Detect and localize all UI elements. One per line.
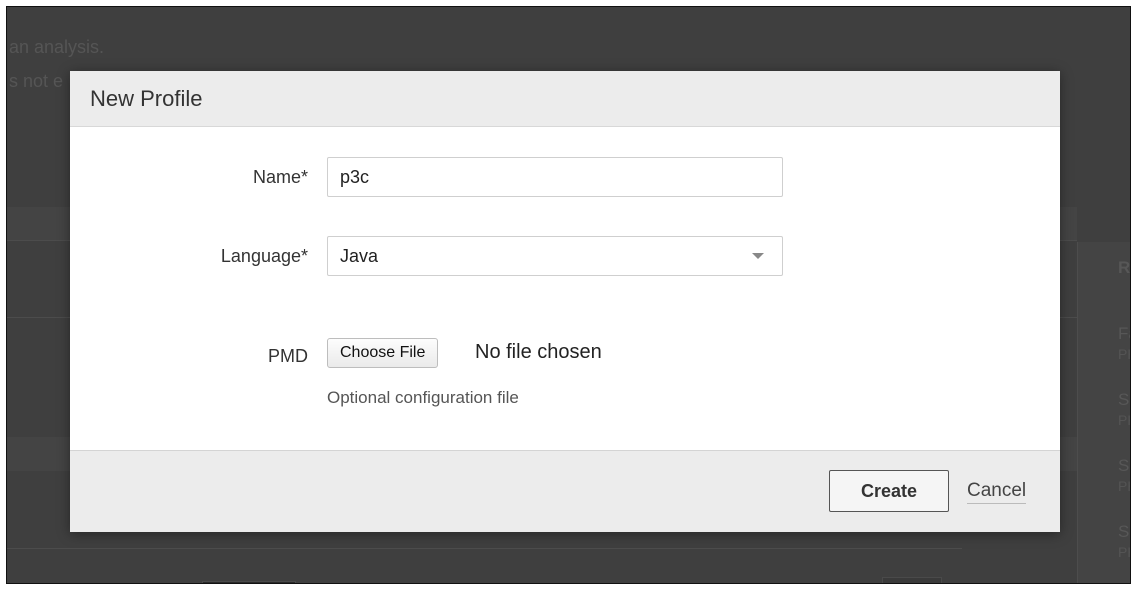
chevron-down-icon (752, 253, 764, 259)
background-panel-sub: PH (1118, 544, 1130, 560)
background-panel-item: Fa (1118, 324, 1130, 343)
pmd-label: PMD (268, 346, 308, 366)
background-block (202, 581, 296, 583)
dialog-title: New Profile (90, 85, 203, 111)
background-text-line: s not e (9, 71, 64, 91)
dialog-footer: Create Cancel (70, 450, 1060, 532)
background-panel-sub: PH (1118, 346, 1130, 362)
background-text-line: an analysis. (9, 37, 105, 57)
name-label: Name* (252, 167, 308, 187)
language-selected-value: Java (340, 245, 379, 266)
background-panel-item: Sc (1118, 456, 1130, 475)
dialog-body: Name* Language* Java PMD Choose File No … (70, 127, 1060, 449)
dialog-header: New Profile (70, 71, 1060, 127)
background-panel-sub: PH (1118, 478, 1130, 494)
background-panel-item: Sk (1118, 390, 1130, 409)
background-panel-sub: PH (1118, 412, 1130, 428)
background-divider (7, 548, 962, 549)
cancel-link[interactable]: Cancel (967, 480, 1027, 504)
background-block (882, 577, 942, 583)
background-right-panel: Re Fa PH Sk PH Sc PH Sc PH (1077, 242, 1131, 583)
pmd-help-text: Optional configuration file (327, 388, 519, 407)
language-label: Language* (220, 246, 308, 266)
name-input[interactable] (327, 157, 783, 197)
choose-file-button[interactable]: Choose File (327, 338, 439, 368)
language-select[interactable]: Java (327, 236, 783, 276)
file-status-text: No file chosen (475, 341, 602, 363)
background-panel-item: Sc (1118, 522, 1130, 541)
new-profile-dialog: New Profile Name* Language* Java PMD Cho… (70, 71, 1060, 532)
background-panel-heading: Re (1118, 258, 1131, 277)
create-button[interactable]: Create (829, 470, 949, 512)
